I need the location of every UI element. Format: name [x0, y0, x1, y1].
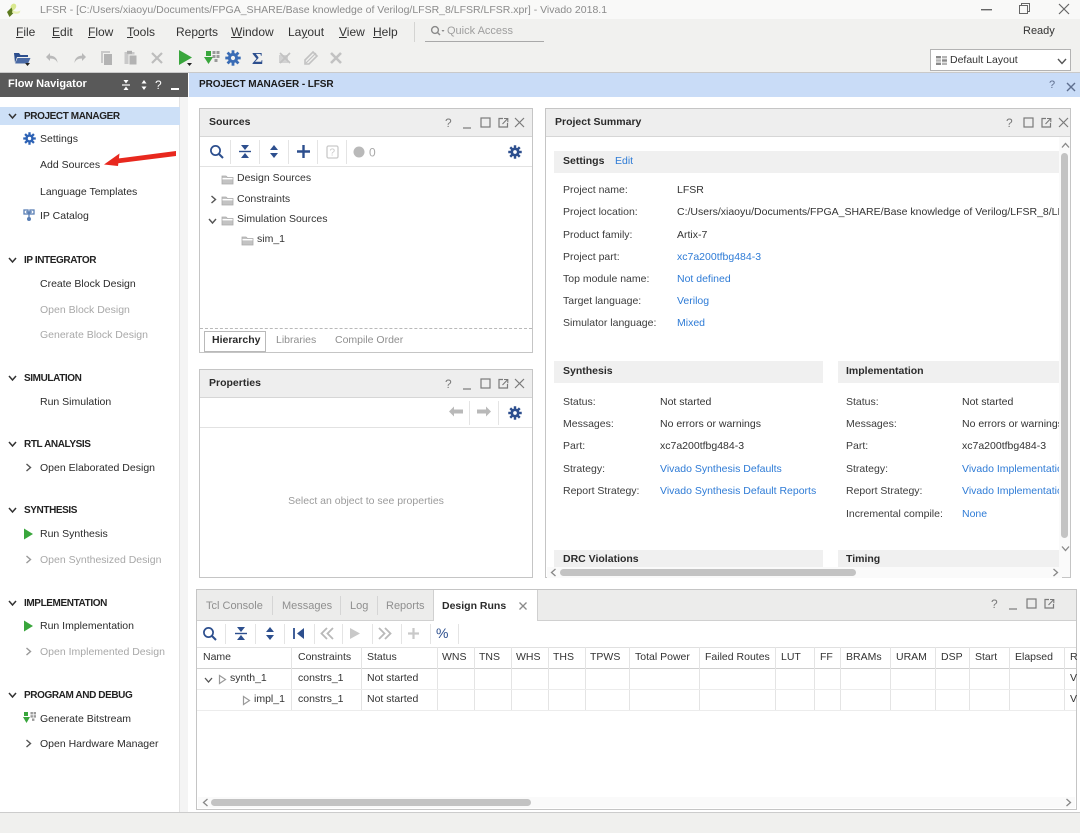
svg-text:0: 0	[369, 146, 376, 160]
svg-text:?: ?	[445, 377, 452, 391]
svg-text:?: ?	[445, 116, 452, 130]
svg-text:?: ?	[330, 148, 336, 159]
svg-text:?: ?	[991, 597, 998, 611]
svg-text:?: ?	[1006, 116, 1013, 130]
